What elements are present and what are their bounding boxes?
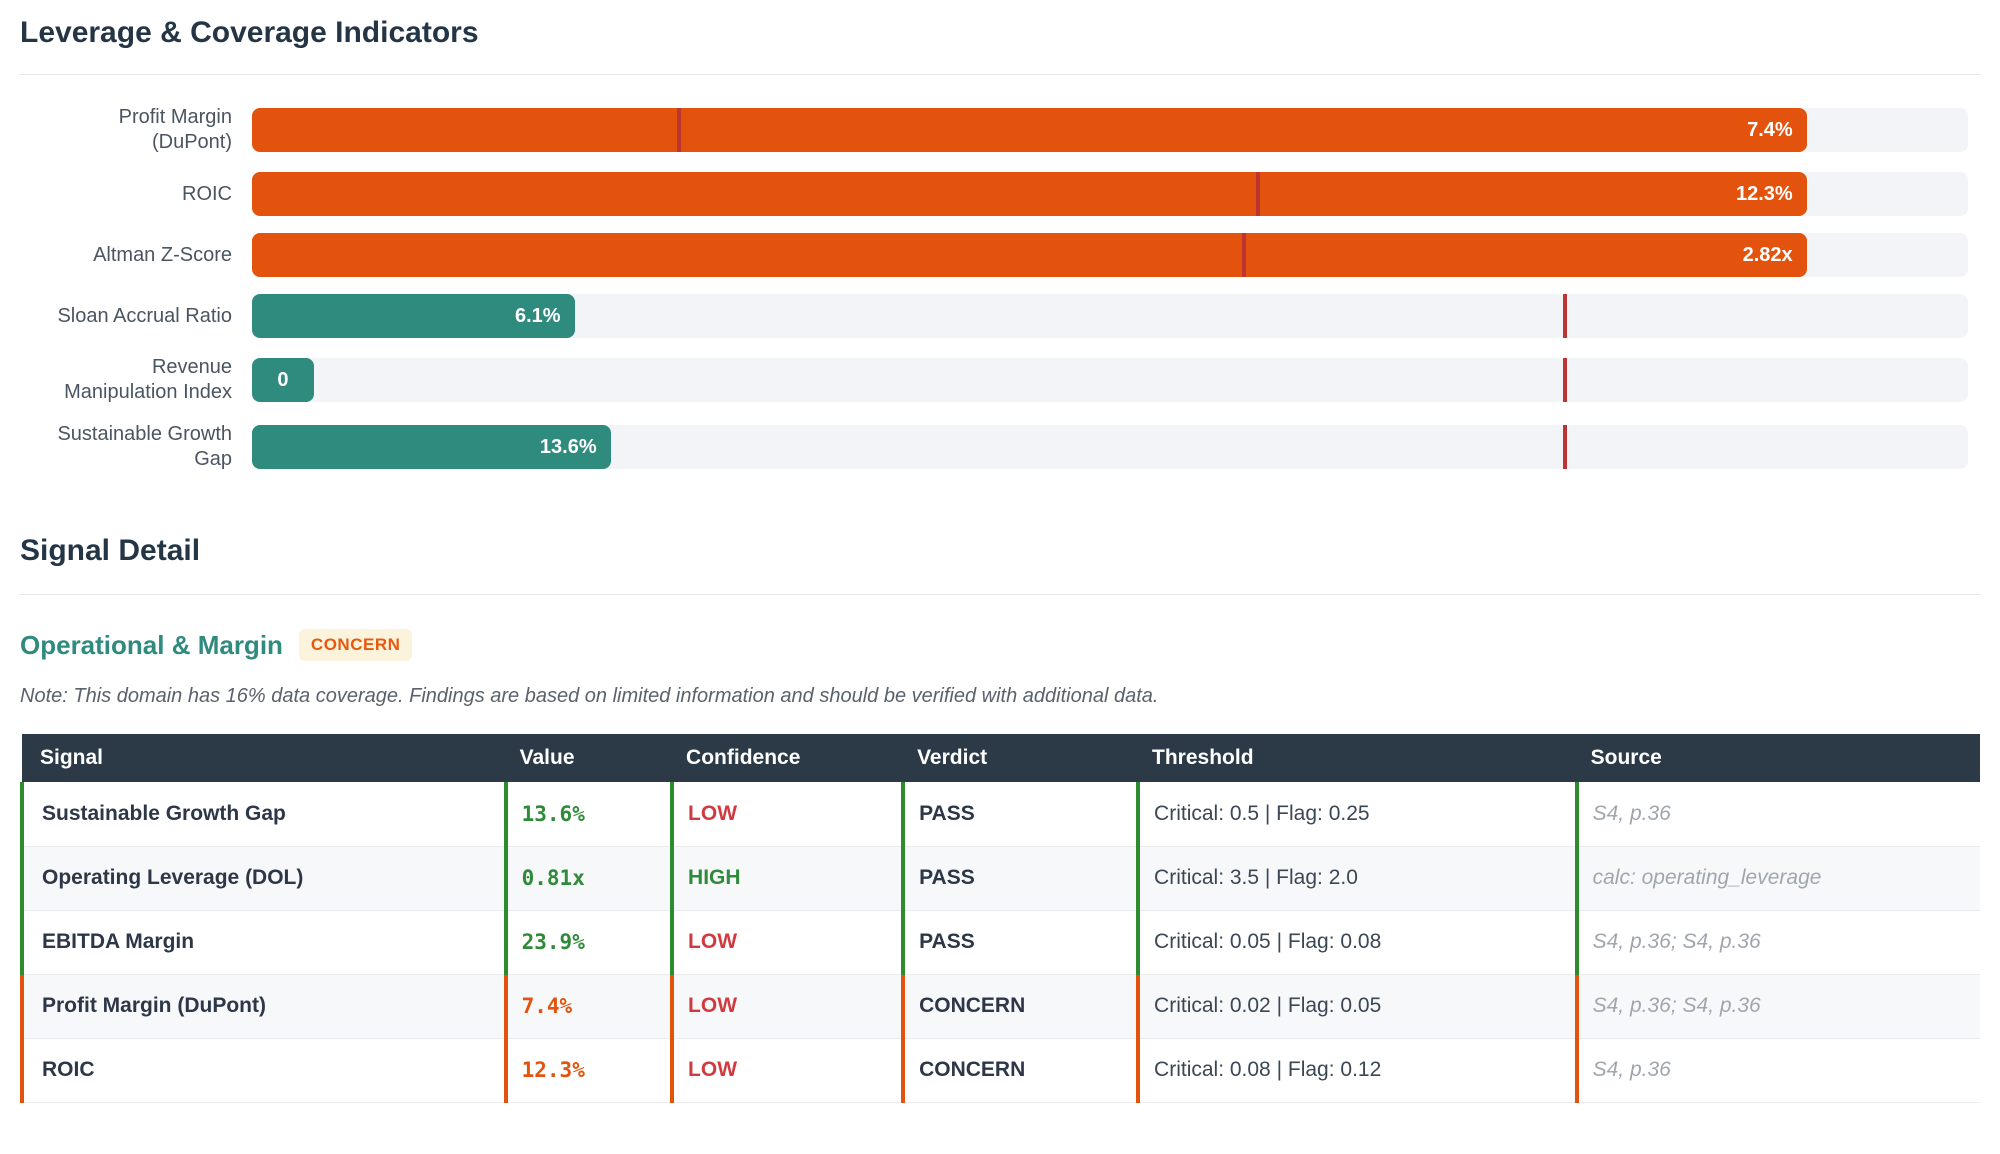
verdict-cell: PASS xyxy=(903,910,1138,974)
chart-row: Revenue Manipulation Index 0 xyxy=(20,355,1980,405)
threshold-tick xyxy=(1256,172,1260,216)
confidence-cell: LOW xyxy=(672,782,903,846)
threshold-tick xyxy=(1563,358,1567,402)
column-header-threshold: Threshold xyxy=(1138,734,1577,782)
bar-fill: 12.3% xyxy=(252,172,1807,216)
table-row: Operating Leverage (DOL) 0.81x HIGH PASS… xyxy=(22,846,1980,910)
bar-track: 2.82x xyxy=(252,233,1968,277)
table-row: EBITDA Margin 23.9% LOW PASS Critical: 0… xyxy=(22,910,1980,974)
threshold-tick xyxy=(1563,294,1567,338)
threshold-cell: Critical: 3.5 | Flag: 2.0 xyxy=(1138,846,1577,910)
value-cell: 23.9% xyxy=(506,910,672,974)
chart-row: ROIC 12.3% xyxy=(20,172,1980,216)
verdict-cell: PASS xyxy=(903,782,1138,846)
bar-label: Revenue Manipulation Index xyxy=(20,355,232,405)
bar-value: 0 xyxy=(277,369,288,392)
bar-value: 6.1% xyxy=(515,305,561,328)
bar-value: 13.6% xyxy=(540,436,597,459)
table-row: Profit Margin (DuPont) 7.4% LOW CONCERN … xyxy=(22,974,1980,1038)
coverage-note: Note: This domain has 16% data coverage.… xyxy=(20,685,1980,708)
signal-cell: Profit Margin (DuPont) xyxy=(22,974,506,1038)
domain-title: Operational & Margin xyxy=(20,630,283,661)
source-cell: S4, p.36; S4, p.36 xyxy=(1577,974,1980,1038)
verdict-cell: CONCERN xyxy=(903,1038,1138,1102)
threshold-tick xyxy=(677,108,681,152)
signal-cell: Sustainable Growth Gap xyxy=(22,782,506,846)
bar-fill: 13.6% xyxy=(252,425,611,469)
bar-value: 12.3% xyxy=(1736,183,1793,206)
chart-row: Profit Margin (DuPont) 7.4% xyxy=(20,105,1980,155)
column-header-signal: Signal xyxy=(22,734,506,782)
confidence-cell: LOW xyxy=(672,1038,903,1102)
bar-value: 7.4% xyxy=(1747,119,1793,142)
signals-table: Signal Value Confidence Verdict Threshol… xyxy=(20,734,1980,1103)
column-header-value: Value xyxy=(506,734,672,782)
leverage-coverage-bar-chart: Profit Margin (DuPont) 7.4% ROIC 12.3% A… xyxy=(20,105,1980,472)
bar-label: Profit Margin (DuPont) xyxy=(20,105,232,155)
threshold-tick xyxy=(1242,233,1246,277)
chart-row: Sloan Accrual Ratio 6.1% xyxy=(20,294,1980,338)
bar-fill: 7.4% xyxy=(252,108,1807,152)
threshold-cell: Critical: 0.08 | Flag: 0.12 xyxy=(1138,1038,1577,1102)
confidence-cell: HIGH xyxy=(672,846,903,910)
chart-row: Sustainable Growth Gap 13.6% xyxy=(20,422,1980,472)
source-cell: S4, p.36 xyxy=(1577,782,1980,846)
bar-fill: 0 xyxy=(252,358,314,402)
threshold-cell: Critical: 0.02 | Flag: 0.05 xyxy=(1138,974,1577,1038)
table-row: ROIC 12.3% LOW CONCERN Critical: 0.08 | … xyxy=(22,1038,1980,1102)
value-cell: 13.6% xyxy=(506,782,672,846)
value-cell: 12.3% xyxy=(506,1038,672,1102)
verdict-cell: CONCERN xyxy=(903,974,1138,1038)
domain-heading: Operational & Margin CONCERN xyxy=(20,629,1980,661)
value-cell: 0.81x xyxy=(506,846,672,910)
signal-cell: ROIC xyxy=(22,1038,506,1102)
confidence-cell: LOW xyxy=(672,910,903,974)
table-header: Signal Value Confidence Verdict Threshol… xyxy=(22,734,1980,782)
threshold-tick xyxy=(1563,425,1567,469)
report-page: Leverage & Coverage Indicators Profit Ma… xyxy=(0,16,2000,1103)
leverage-coverage-title: Leverage & Coverage Indicators xyxy=(20,16,1980,75)
value-cell: 7.4% xyxy=(506,974,672,1038)
bar-label: ROIC xyxy=(20,182,232,207)
source-cell: calc: operating_leverage xyxy=(1577,846,1980,910)
table-row: Sustainable Growth Gap 13.6% LOW PASS Cr… xyxy=(22,782,1980,846)
column-header-verdict: Verdict xyxy=(903,734,1138,782)
bar-track: 6.1% xyxy=(252,294,1968,338)
concern-badge: CONCERN xyxy=(299,629,412,661)
bar-track: 7.4% xyxy=(252,108,1968,152)
threshold-cell: Critical: 0.5 | Flag: 0.25 xyxy=(1138,782,1577,846)
bar-track: 13.6% xyxy=(252,425,1968,469)
signal-cell: EBITDA Margin xyxy=(22,910,506,974)
confidence-cell: LOW xyxy=(672,974,903,1038)
bar-value: 2.82x xyxy=(1743,244,1793,267)
verdict-cell: PASS xyxy=(903,846,1138,910)
column-header-confidence: Confidence xyxy=(672,734,903,782)
signal-detail-title: Signal Detail xyxy=(20,534,1980,595)
chart-row: Altman Z-Score 2.82x xyxy=(20,233,1980,277)
source-cell: S4, p.36; S4, p.36 xyxy=(1577,910,1980,974)
source-cell: S4, p.36 xyxy=(1577,1038,1980,1102)
column-header-source: Source xyxy=(1577,734,1980,782)
bar-label: Altman Z-Score xyxy=(20,243,232,268)
signal-cell: Operating Leverage (DOL) xyxy=(22,846,506,910)
bar-label: Sustainable Growth Gap xyxy=(20,422,232,472)
threshold-cell: Critical: 0.05 | Flag: 0.08 xyxy=(1138,910,1577,974)
bar-fill: 6.1% xyxy=(252,294,575,338)
bar-label: Sloan Accrual Ratio xyxy=(20,304,232,329)
bar-track: 12.3% xyxy=(252,172,1968,216)
bar-fill: 2.82x xyxy=(252,233,1807,277)
bar-track: 0 xyxy=(252,358,1968,402)
